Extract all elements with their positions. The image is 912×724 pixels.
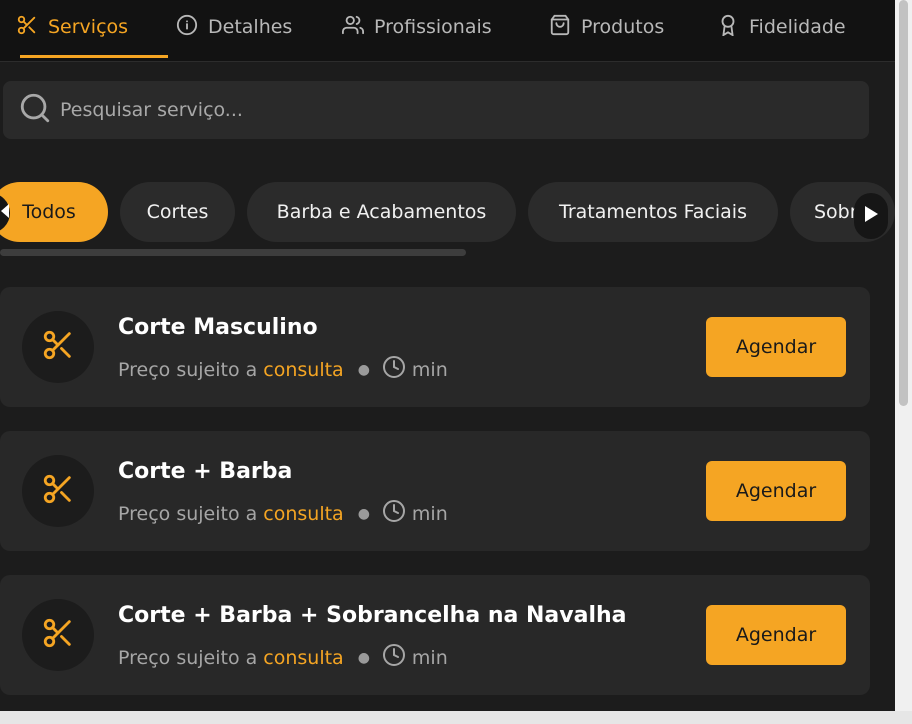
chip-barba-e-acabamentos[interactable]: Barba e Acabamentos xyxy=(247,182,516,242)
tab-detalhes[interactable]: Detalhes xyxy=(176,0,292,58)
tab-servicos[interactable]: Serviços xyxy=(16,0,168,58)
tab-produtos[interactable]: Produtos xyxy=(549,0,664,58)
tab-servicos-label: Serviços xyxy=(48,16,129,38)
tab-fidelidade-label: Fidelidade xyxy=(749,16,846,38)
clock-icon xyxy=(382,499,412,528)
taskbar-strip xyxy=(0,711,912,724)
price-consult: consulta xyxy=(263,502,344,525)
search-icon xyxy=(3,91,52,129)
chevron-left-icon xyxy=(0,203,10,223)
price-label: Preço sujeito a xyxy=(118,646,258,669)
duration-label: min xyxy=(411,358,448,381)
scissors-icon xyxy=(41,616,75,654)
service-meta: Preço sujeito a consulta ● min xyxy=(118,499,448,528)
info-icon xyxy=(176,14,198,41)
chip-todos[interactable]: Todos xyxy=(0,182,108,242)
service-meta: Preço sujeito a consulta ● min xyxy=(118,643,448,672)
chip-tratamentos-faciais[interactable]: Tratamentos Faciais xyxy=(528,182,778,242)
tab-produtos-label: Produtos xyxy=(581,16,665,38)
tab-bar: Serviços Detalhes Profissionais Produtos xyxy=(0,0,895,62)
separator-dot: ● xyxy=(357,361,370,378)
scrollbar-thumb[interactable] xyxy=(899,0,908,406)
app-window: Serviços Detalhes Profissionais Produtos xyxy=(0,0,895,711)
schedule-button[interactable]: Agendar xyxy=(706,461,846,521)
service-card: Corte + Barba Preço sujeito a consulta ●… xyxy=(0,431,870,551)
search-bar xyxy=(3,81,869,139)
award-icon xyxy=(717,14,739,41)
service-name: Corte + Barba + Sobrancelha na Navalha xyxy=(118,603,627,628)
shopping-bag-icon xyxy=(549,14,571,41)
service-name: Corte Masculino xyxy=(118,315,318,340)
schedule-button[interactable]: Agendar xyxy=(706,317,846,377)
price-consult: consulta xyxy=(263,646,344,669)
page-scrollbar[interactable] xyxy=(895,0,912,711)
price-label: Preço sujeito a xyxy=(118,502,258,525)
separator-dot: ● xyxy=(357,505,370,522)
scissors-icon xyxy=(16,14,38,41)
tab-detalhes-label: Detalhes xyxy=(208,16,293,38)
service-meta: Preço sujeito a consulta ● min xyxy=(118,355,448,384)
schedule-button[interactable]: Agendar xyxy=(706,605,846,665)
price-label: Preço sujeito a xyxy=(118,358,258,381)
service-card: Corte Masculino Preço sujeito a consulta… xyxy=(0,287,870,407)
scissors-icon xyxy=(41,328,75,366)
service-card: Corte + Barba + Sobrancelha na Navalha P… xyxy=(0,575,870,695)
clock-icon xyxy=(382,643,412,672)
tab-profissionais-label: Profissionais xyxy=(374,16,492,38)
duration-label: min xyxy=(411,646,448,669)
price-consult: consulta xyxy=(263,358,344,381)
users-icon xyxy=(342,14,364,41)
service-icon xyxy=(22,311,94,383)
tab-profissionais[interactable]: Profissionais xyxy=(342,0,492,58)
category-filter: Todos Cortes Barba e Acabamentos Tratame… xyxy=(0,182,895,242)
scroll-right-button[interactable] xyxy=(854,193,888,239)
clock-icon xyxy=(382,355,412,384)
service-icon xyxy=(22,455,94,527)
service-icon xyxy=(22,599,94,671)
separator-dot: ● xyxy=(357,649,370,666)
chevron-right-icon xyxy=(863,205,879,227)
category-scrollbar[interactable] xyxy=(0,249,466,256)
scissors-icon xyxy=(41,472,75,510)
tab-fidelidade[interactable]: Fidelidade xyxy=(717,0,846,58)
search-input[interactable] xyxy=(60,99,820,121)
duration-label: min xyxy=(411,502,448,525)
active-tab-indicator xyxy=(20,55,168,58)
service-name: Corte + Barba xyxy=(118,459,293,484)
chip-cortes[interactable]: Cortes xyxy=(120,182,235,242)
